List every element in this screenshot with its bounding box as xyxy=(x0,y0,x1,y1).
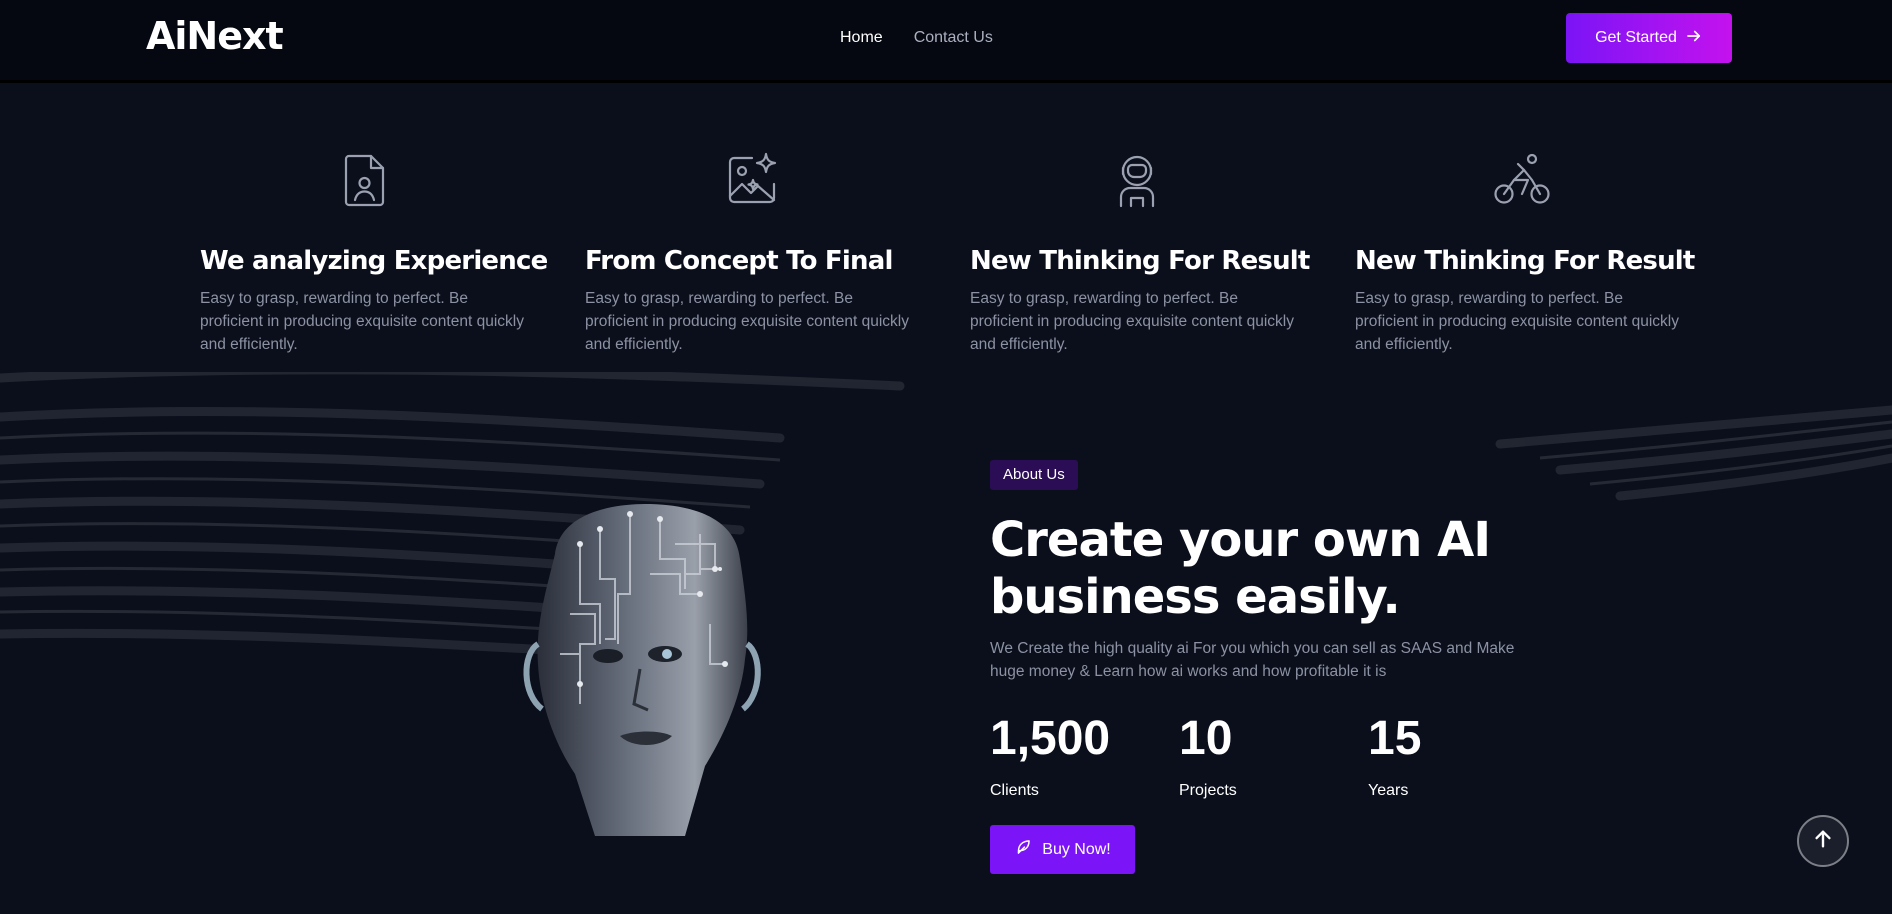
site-logo[interactable]: AiNext xyxy=(146,14,284,58)
stat-clients: 1,500 Clients xyxy=(990,712,1110,800)
feature-title: New Thinking For Result xyxy=(1355,246,1695,276)
page: AiNext Home Contact Us Get Started We an… xyxy=(0,0,1892,914)
scroll-to-top-button[interactable] xyxy=(1797,815,1849,867)
arrow-right-icon xyxy=(1685,27,1703,50)
about-badge: About Us xyxy=(990,460,1078,490)
stat-projects: 10 Projects xyxy=(1179,712,1237,800)
stat-label: Projects xyxy=(1179,782,1237,799)
feature-title: We analyzing Experience xyxy=(200,246,548,276)
astronaut-icon xyxy=(1107,150,1167,210)
ai-head-image xyxy=(523,504,761,836)
about-title: Create your own AI business easily. xyxy=(990,512,1491,625)
buy-now-button[interactable]: Buy Now! xyxy=(990,825,1135,874)
get-started-button[interactable]: Get Started xyxy=(1566,13,1732,63)
stat-value: 1,500 xyxy=(990,712,1111,765)
site-header: AiNext Home Contact Us Get Started xyxy=(0,0,1892,83)
get-started-label: Get Started xyxy=(1595,29,1677,46)
about-description: We Create the high quality ai For you wh… xyxy=(990,640,1515,680)
cyclist-icon xyxy=(1492,150,1552,210)
feature-text: Easy to grasp, rewarding to perfect. Be … xyxy=(585,290,909,353)
feature-text: Easy to grasp, rewarding to perfect. Be … xyxy=(970,290,1294,353)
stat-value: 10 xyxy=(1179,712,1233,765)
stat-label: Years xyxy=(1368,782,1409,799)
arrow-up-icon xyxy=(1812,828,1834,855)
stat-value: 15 xyxy=(1368,712,1422,765)
feather-icon xyxy=(1014,838,1032,861)
features-section: We analyzing Experience Easy to grasp, r… xyxy=(0,86,1892,372)
nav-home-link[interactable]: Home xyxy=(840,29,883,47)
main-nav: Home Contact Us xyxy=(840,29,993,47)
nav-contact-link[interactable]: Contact Us xyxy=(914,29,993,47)
document-user-icon xyxy=(335,150,395,210)
feature-title: New Thinking For Result xyxy=(970,246,1310,276)
feature-text: Easy to grasp, rewarding to perfect. Be … xyxy=(1355,290,1679,353)
feature-title: From Concept To Final xyxy=(585,246,893,276)
background-wave-lines xyxy=(0,372,1892,663)
buy-now-label: Buy Now! xyxy=(1042,840,1111,858)
stat-years: 15 Years xyxy=(1368,712,1421,800)
image-sparkle-icon xyxy=(722,150,782,210)
stat-label: Clients xyxy=(990,782,1039,799)
about-section: About Us Create your own AI business eas… xyxy=(0,372,1892,914)
feature-text: Easy to grasp, rewarding to perfect. Be … xyxy=(200,290,524,353)
